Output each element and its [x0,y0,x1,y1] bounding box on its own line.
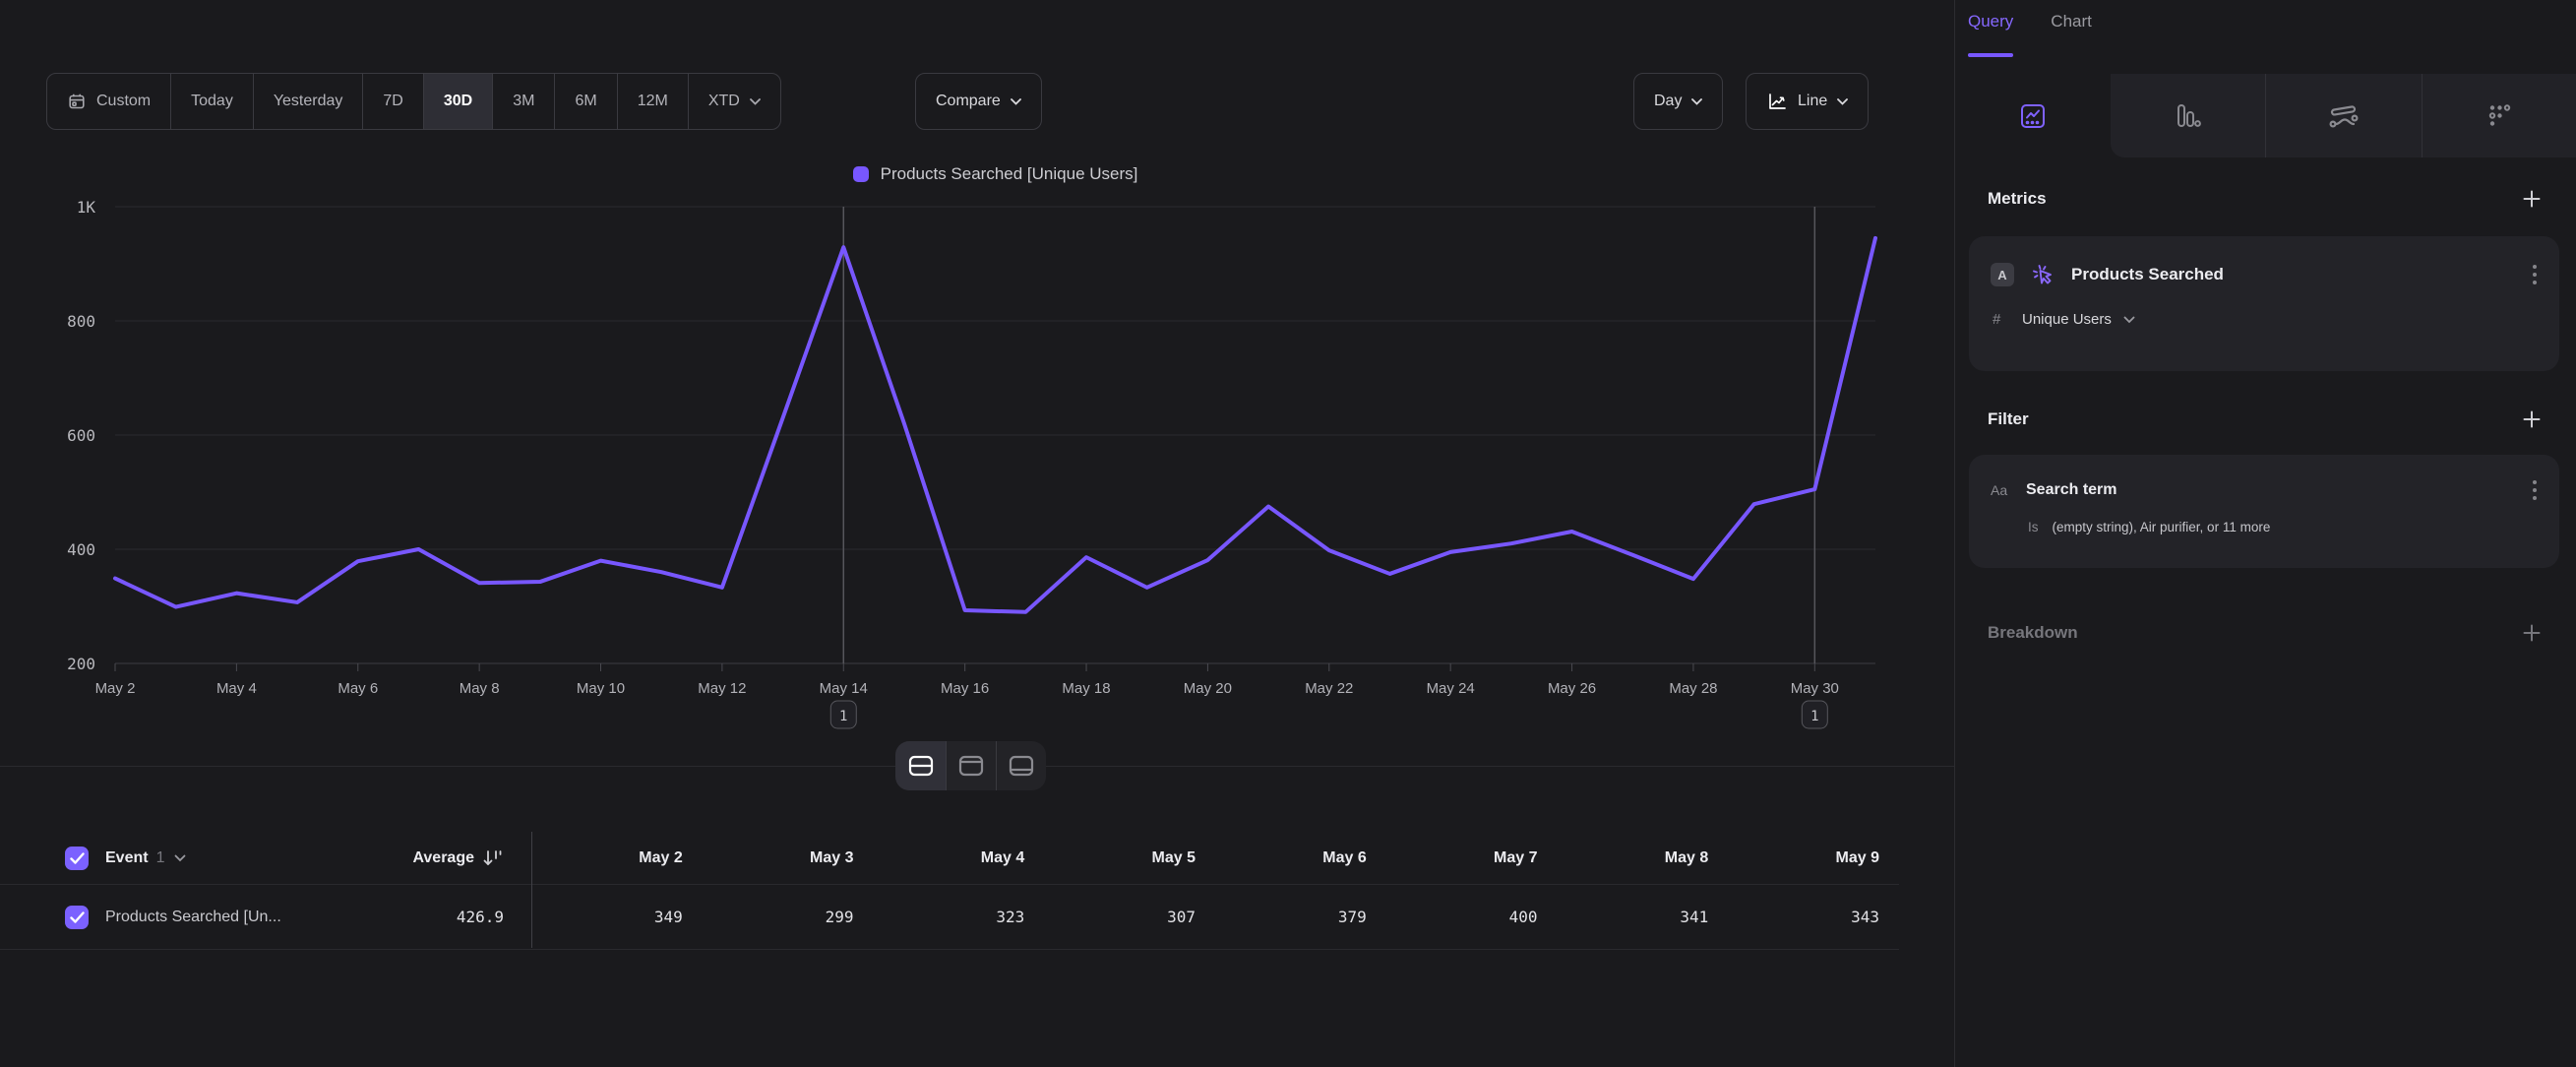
date-cell-value: 343 [1728,908,1899,926]
filter-heading: Filter [1988,409,2029,429]
average-value: 426.9 [457,908,504,926]
x-axis-label: May 16 [941,680,989,697]
filter-operator: Is [2028,520,2039,534]
chart-top-icon [954,749,988,783]
metric-card[interactable]: A Products Searched # Unique [1969,236,2559,371]
y-axis-label: 200 [67,655,95,673]
add-metric-button[interactable] [2521,188,2543,210]
date-column-header[interactable]: May 4 [874,849,1045,867]
annotation-badge-count: 1 [839,709,847,724]
metric-name: Products Searched [2071,265,2532,284]
filter-values: (empty string), Air purifier, or 11 more [2053,520,2271,534]
date-cell-value: 400 [1386,908,1558,926]
x-axis-label: May 2 [95,680,136,697]
date-column-header[interactable]: May 6 [1215,849,1386,867]
breakdown-heading-row: Breakdown [1988,619,2543,647]
event-column-header: Event [105,849,149,867]
tab-query[interactable]: Query [1968,12,2013,43]
sort-descending-icon [482,848,504,868]
aggregation-name: Unique Users [2022,311,2112,328]
chart-type-insights[interactable] [1955,74,2111,157]
y-axis-label: 400 [67,540,95,559]
flows-icon [2328,101,2360,131]
view-chart-top-button[interactable] [946,741,996,790]
series-line [115,238,1875,612]
bar-chart-icon [2173,101,2202,131]
string-property-icon: Aa [1991,482,2016,498]
metrics-heading-row: Metrics [1988,185,2543,213]
date-column-header[interactable]: May 2 [531,849,703,867]
date-column-header[interactable]: May 5 [1044,849,1215,867]
view-split-rows-button[interactable] [895,741,946,790]
x-axis-label: May 12 [698,680,746,697]
retention-grid-icon [2484,101,2514,131]
filter-heading-row: Filter [1988,406,2543,433]
x-axis-label: May 4 [216,680,257,697]
date-column-header[interactable]: May 7 [1386,849,1558,867]
metric-letter-badge: A [1991,263,2014,286]
chart-type-retention[interactable] [2422,74,2576,157]
series-checkbox[interactable] [65,906,89,929]
line-chart: 1K 800 600 400 200May 2 May 4 May 6 May 8 May 10… [0,0,1954,766]
tab-chart[interactable]: Chart [2051,12,2092,43]
y-axis-label: 600 [67,426,95,445]
filter-condition[interactable]: Is (empty string), Air purifier, or 11 m… [1969,520,2559,534]
breakdown-table: Event 1 Average [0,832,1899,950]
table-bottom-icon [1005,749,1038,783]
metric-options-button[interactable] [2532,263,2538,286]
app-root: Custom Today Yesterday 7D 30D 3M 6M 12M … [0,0,2576,1067]
x-axis-label: May 8 [460,680,500,697]
filter-property-name: Search term [2026,481,2532,499]
insights-icon [2018,101,2048,131]
annotation-badge-count: 1 [1810,709,1818,724]
x-axis-label: May 30 [1791,680,1839,697]
split-rows-icon [904,749,938,783]
table-column-divider [531,832,532,948]
x-axis-label: May 26 [1548,680,1596,697]
x-axis-label: May 14 [820,680,868,697]
select-all-checkbox[interactable] [65,847,89,870]
x-axis-label: May 10 [577,680,625,697]
date-column-header[interactable]: May 3 [703,849,874,867]
filter-card[interactable]: Aa Search term Is (empty string), Air pu… [1969,455,2559,568]
aggregation-selector[interactable]: # Unique Users [1969,311,2559,328]
x-axis-label: May 20 [1184,680,1232,697]
filter-options-button[interactable] [2532,478,2538,502]
series-label: Products Searched [Un... [105,909,281,926]
date-cell-value: 307 [1044,908,1215,926]
date-cell-value: 323 [874,908,1045,926]
x-axis-label: May 28 [1669,680,1717,697]
table-header-row: Event 1 Average [0,832,1899,885]
chart-type-selector [1955,74,2576,157]
event-click-icon [2030,262,2055,287]
table-row: Products Searched [Un... 426.9 349299323… [0,885,1899,950]
metrics-heading: Metrics [1988,189,2047,209]
x-axis-label: May 22 [1305,680,1353,697]
date-cell-value: 379 [1215,908,1386,926]
view-toggle [895,741,1046,790]
date-column-header[interactable]: May 8 [1558,849,1729,867]
breakdown-heading: Breakdown [1988,623,2078,643]
chart-type-bar[interactable] [2111,74,2266,157]
y-axis-label: 800 [67,312,95,331]
date-cell-value: 341 [1558,908,1729,926]
chevron-down-icon [2123,316,2135,324]
date-cell-value: 299 [703,908,874,926]
query-panel: Query Chart [1954,0,2576,1067]
add-breakdown-button[interactable] [2521,622,2543,644]
y-axis-label: 1K [77,198,96,217]
average-column-header[interactable]: Average [412,848,504,868]
x-axis-label: May 6 [337,680,378,697]
chart-type-flows[interactable] [2265,74,2422,157]
add-filter-button[interactable] [2521,408,2543,430]
date-cell-value: 349 [531,908,703,926]
panel-tabs: Query Chart [1968,12,2092,43]
view-table-bottom-button[interactable] [996,741,1046,790]
event-count: 1 [156,849,165,867]
x-axis-label: May 18 [1062,680,1110,697]
date-column-header[interactable]: May 9 [1728,849,1899,867]
x-axis-label: May 24 [1427,680,1475,697]
chevron-down-icon[interactable] [174,854,186,862]
aggregation-symbol: # [1993,311,2010,328]
